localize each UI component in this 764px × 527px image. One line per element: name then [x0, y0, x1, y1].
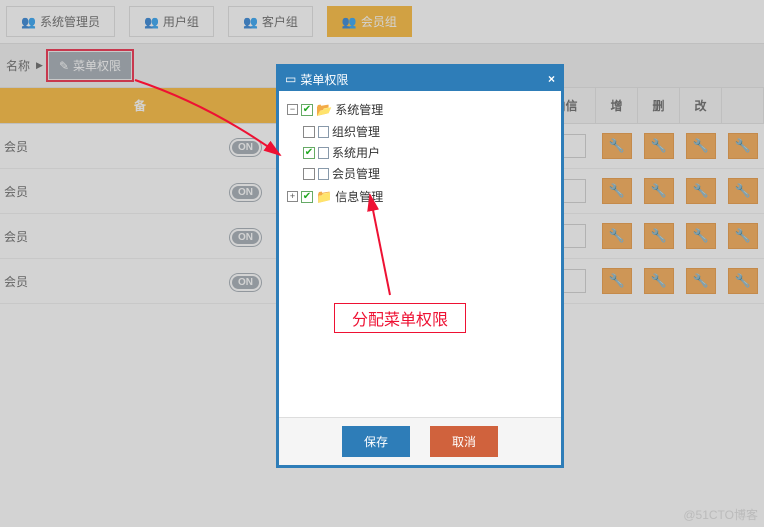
page-icon [318, 126, 329, 138]
collapse-icon[interactable]: − [287, 104, 298, 115]
tree-label: 信息管理 [335, 188, 383, 205]
checkbox[interactable]: ✔ [303, 147, 315, 159]
save-button[interactable]: 保存 [342, 426, 410, 457]
tree-node-sysuser[interactable]: ✔ 系统用户 [303, 142, 553, 163]
window-icon: ▭ [285, 72, 296, 86]
checkbox[interactable]: ✔ [301, 104, 313, 116]
page-icon [318, 147, 329, 159]
dialog-titlebar[interactable]: ▭ 菜单权限 × [279, 67, 561, 91]
tree-label: 系统用户 [332, 144, 380, 161]
tree-node-sys[interactable]: − ✔ 📂 系统管理 ✔ 组织管理 ✔ 系统用户 [287, 99, 553, 186]
tree-node-member[interactable]: ✔ 会员管理 [303, 163, 553, 184]
page-icon [318, 168, 329, 180]
folder-icon: 📁 [316, 189, 332, 205]
tree-label: 系统管理 [335, 101, 383, 118]
folder-icon: 📂 [316, 102, 332, 118]
tree-node-org[interactable]: ✔ 组织管理 [303, 121, 553, 142]
tree-label: 组织管理 [332, 123, 380, 140]
checkbox[interactable]: ✔ [303, 126, 315, 138]
watermark: @51CTO博客 [683, 506, 758, 523]
cancel-button[interactable]: 取消 [430, 426, 498, 457]
tree-node-info[interactable]: + ✔ 📁 信息管理 [287, 186, 553, 207]
dialog-title: 菜单权限 [300, 71, 348, 88]
checkbox[interactable]: ✔ [303, 168, 315, 180]
dialog-body: − ✔ 📂 系统管理 ✔ 组织管理 ✔ 系统用户 [279, 91, 561, 417]
tree-label: 会员管理 [332, 165, 380, 182]
expand-icon[interactable]: + [287, 191, 298, 202]
menu-permission-dialog: ▭ 菜单权限 × − ✔ 📂 系统管理 ✔ 组织管理 [276, 64, 564, 468]
close-icon[interactable]: × [548, 72, 555, 86]
dialog-footer: 保存 取消 [279, 417, 561, 465]
permission-tree: − ✔ 📂 系统管理 ✔ 组织管理 ✔ 系统用户 [287, 99, 553, 207]
annotation-label: 分配菜单权限 [334, 303, 466, 333]
checkbox[interactable]: ✔ [301, 191, 313, 203]
